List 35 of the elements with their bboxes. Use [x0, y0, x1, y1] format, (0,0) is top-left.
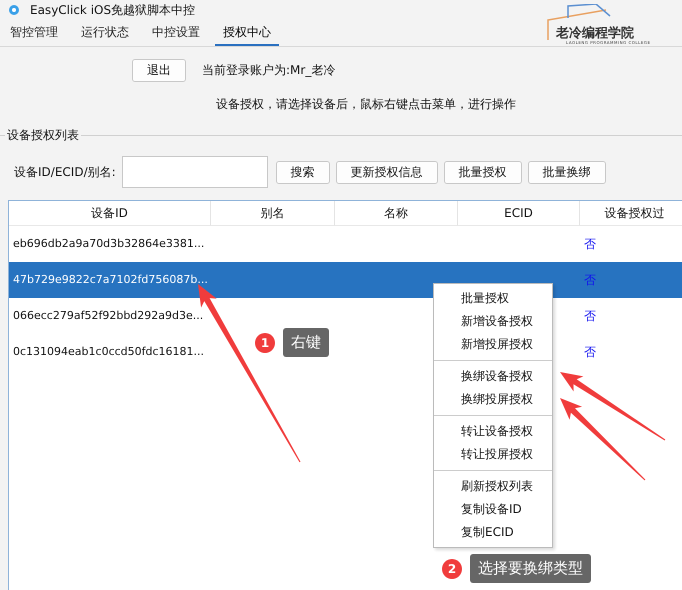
app-icon: [8, 4, 20, 16]
search-field[interactable]: [122, 156, 268, 188]
authorized-cell-text: 否: [583, 272, 597, 288]
logo-name: 老冷编程学院: [556, 24, 634, 41]
device-id-cell-text: eb696db2a9a70d3b32864e3381...: [12, 236, 206, 252]
menu-item[interactable]: 新增投屏授权: [434, 333, 552, 356]
menu-item[interactable]: 复制ECID: [434, 521, 552, 544]
toolbar-button[interactable]: 批量授权: [444, 160, 522, 184]
device-id-cell-text: 0c131094eab1c0ccd50fdc16181...: [12, 344, 206, 360]
search-label: 设备ID/ECID/别名:: [14, 164, 116, 180]
tab[interactable]: 授权中心: [215, 20, 279, 46]
menu-item[interactable]: 换绑投屏授权: [434, 388, 552, 411]
logout-button[interactable]: 退出: [132, 59, 186, 82]
authorized-cell-text: 否: [583, 344, 597, 360]
menu-item[interactable]: 转让投屏授权: [434, 443, 552, 466]
menu-item[interactable]: 转让设备授权: [434, 420, 552, 443]
annotation-tooltip: 选择要换绑类型: [470, 554, 591, 583]
tab[interactable]: 中控设置: [144, 20, 208, 46]
toolbar-button[interactable]: 搜索: [276, 160, 330, 184]
window-title: EasyClick iOS免越狱脚本中控: [30, 2, 196, 18]
tab[interactable]: 智控管理: [2, 20, 66, 46]
annotation-tooltip: 右键: [283, 328, 329, 357]
toolbar-button[interactable]: 更新授权信息: [336, 160, 438, 184]
group-title: 设备授权列表: [5, 127, 81, 144]
device-id-cell-text: 47b729e9822c7a7102fd756087b...: [12, 272, 209, 288]
current-user-label: 当前登录账户为:Mr_老冷: [202, 62, 336, 79]
menu-item[interactable]: 刷新授权列表: [434, 475, 552, 498]
authorized-cell-text: 否: [583, 308, 597, 324]
menu-item[interactable]: 复制设备ID: [434, 498, 552, 521]
hint-text: 设备授权，请选择设备后，鼠标右键点击菜单，进行操作: [216, 96, 517, 113]
device-id-cell-text: 066ecc279af52f92bbd292a9d3e...: [12, 308, 204, 324]
menu-item[interactable]: 新增设备授权: [434, 310, 552, 333]
toolbar-button[interactable]: 批量换绑: [528, 160, 606, 184]
tab[interactable]: 运行状态: [73, 20, 137, 46]
authorized-cell-text: 否: [583, 236, 597, 252]
